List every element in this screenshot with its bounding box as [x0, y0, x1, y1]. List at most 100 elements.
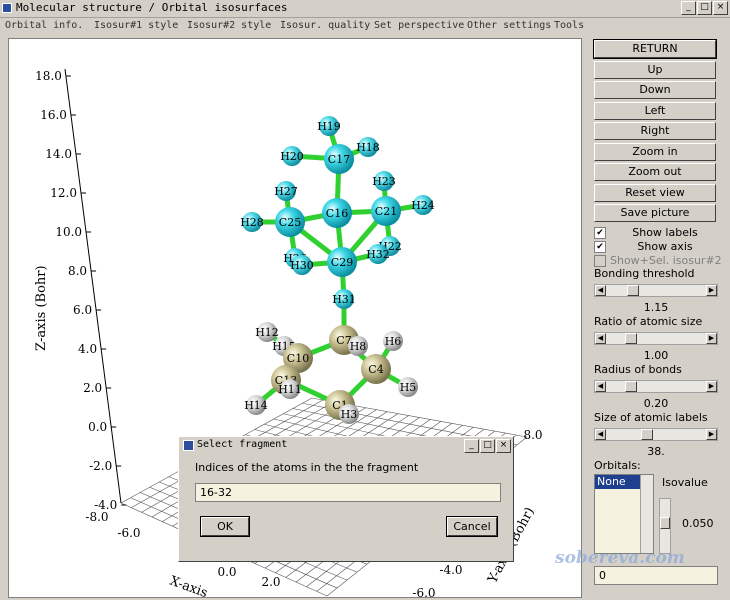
atom-h27[interactable]: H27: [274, 181, 298, 201]
slider-left-arrow-icon[interactable]: ◀: [595, 333, 606, 344]
slider-right-arrow-icon[interactable]: ▶: [706, 285, 717, 296]
ratio-atomic-size-slider[interactable]: ◀ ▶: [594, 332, 718, 345]
atom-label: H8: [350, 340, 367, 353]
orbital-index-input[interactable]: 0: [594, 566, 718, 585]
dialog-prompt: Indices of the atoms in the the fragment: [195, 461, 419, 474]
atom-h6[interactable]: H6: [383, 331, 403, 351]
atom-h5[interactable]: H5: [398, 377, 418, 397]
atom-h23[interactable]: H23: [372, 171, 396, 191]
left-button[interactable]: Left: [594, 101, 716, 120]
reset-view-button[interactable]: Reset view: [594, 183, 716, 202]
atom-h28[interactable]: H28: [240, 212, 264, 232]
atom-h31[interactable]: H31: [332, 289, 356, 309]
minimize-button[interactable]: _: [681, 1, 696, 15]
menu-item-3[interactable]: Isosur. quality: [280, 20, 370, 31]
zoom-in-button[interactable]: Zoom in: [594, 142, 716, 161]
slider-thumb[interactable]: [625, 381, 637, 392]
atom-c17[interactable]: C17: [324, 144, 354, 174]
slider-thumb[interactable]: [625, 333, 637, 344]
zoom-out-button[interactable]: Zoom out: [594, 163, 716, 181]
slider-right-arrow-icon[interactable]: ▶: [706, 333, 717, 344]
slider-thumb[interactable]: [641, 429, 653, 440]
atom-h18[interactable]: H18: [356, 137, 380, 157]
atom-h20[interactable]: H20: [280, 146, 304, 166]
close-button[interactable]: ×: [713, 1, 728, 15]
dialog-maximize-button[interactable]: □: [480, 439, 495, 453]
isovalue-value: 0.050: [682, 517, 714, 530]
ok-button[interactable]: OK: [200, 516, 250, 537]
slider-left-arrow-icon[interactable]: ◀: [595, 429, 606, 440]
dialog-minimize-button[interactable]: _: [464, 439, 479, 453]
atom-label: C25: [279, 216, 301, 229]
dialog-titlebar: Select fragment _ □ ×: [181, 439, 511, 453]
z-tick-label: 0.0: [88, 420, 107, 434]
show-labels-box[interactable]: ✔: [594, 227, 606, 239]
maximize-button[interactable]: □: [697, 1, 712, 15]
slider-left-arrow-icon[interactable]: ◀: [595, 285, 606, 296]
atom-c4[interactable]: C4: [361, 354, 391, 384]
menu-item-1[interactable]: Isosur#1 style: [94, 20, 178, 31]
atom-h24[interactable]: H24: [411, 195, 435, 215]
atom-label: H19: [317, 120, 341, 133]
menu-item-2[interactable]: Isosur#2 style: [187, 20, 271, 31]
radius-of-bonds-slider[interactable]: ◀ ▶: [594, 380, 718, 393]
cancel-button[interactable]: Cancel: [446, 516, 498, 537]
radius-of-bonds-label: Radius of bonds: [594, 363, 682, 376]
atom-label: H6: [385, 335, 402, 348]
isovalue-scrollbar[interactable]: [659, 498, 671, 554]
atom-h19[interactable]: H19: [317, 116, 341, 136]
menu-item-0[interactable]: Orbital info.: [5, 20, 83, 31]
return-button[interactable]: RETURN: [593, 39, 717, 59]
x-tick-label: -6.0: [117, 526, 140, 540]
atom-label: C17: [328, 153, 350, 166]
atom-label: C21: [375, 205, 397, 218]
atom-label: H14: [244, 399, 268, 412]
watermark: sobereva.com: [555, 548, 685, 568]
slider-right-arrow-icon[interactable]: ▶: [706, 381, 717, 392]
isovalue-scroll-thumb[interactable]: [660, 517, 670, 529]
slider-right-arrow-icon[interactable]: ▶: [706, 429, 717, 440]
show-axis-box[interactable]: ✔: [594, 241, 606, 253]
orbitals-listbox[interactable]: None: [594, 474, 654, 554]
fragment-indices-input[interactable]: 16-32: [195, 483, 501, 502]
menu-item-4[interactable]: Set perspective: [374, 20, 464, 31]
menu-item-6[interactable]: Tools: [554, 20, 584, 31]
down-button[interactable]: Down: [594, 81, 716, 99]
atom-label: H32: [366, 248, 390, 261]
dialog-close-button[interactable]: ×: [496, 439, 511, 453]
show-labels-checkbox[interactable]: ✔ Show labels: [594, 226, 720, 240]
atom-label: H28: [240, 216, 264, 229]
z-tick-label: -2.0: [89, 459, 112, 473]
show-axis-checkbox[interactable]: ✔ Show axis: [594, 240, 720, 254]
window-title: Molecular structure / Orbital isosurface…: [16, 1, 288, 14]
bonding-threshold-value: 1.15: [643, 301, 669, 314]
atom-label: H30: [290, 259, 314, 272]
atom-c21[interactable]: C21: [371, 196, 401, 226]
bonding-threshold-slider[interactable]: ◀ ▶: [594, 284, 718, 297]
z-tick-label: 2.0: [83, 381, 102, 395]
save-picture-button[interactable]: Save picture: [594, 204, 716, 222]
atom-c16[interactable]: C16: [322, 198, 352, 228]
atom-c25[interactable]: C25: [275, 207, 305, 237]
atom-label: H24: [411, 199, 435, 212]
slider-left-arrow-icon[interactable]: ◀: [595, 381, 606, 392]
atom-c29[interactable]: C29: [327, 247, 357, 277]
atom-label: H31: [332, 293, 356, 306]
orbitals-label: Orbitals:: [594, 459, 641, 472]
up-button[interactable]: Up: [594, 60, 716, 79]
atom-layer: H19H18H20C17H23H27H24C21C16C25H28H22H32H…: [240, 116, 435, 424]
size-atomic-labels-slider[interactable]: ◀ ▶: [594, 428, 718, 441]
y-tick-label: -6.0: [412, 586, 435, 597]
dialog-title: Select fragment: [197, 439, 288, 450]
show-axis-label: Show axis: [637, 240, 693, 253]
orbitals-list-scrollbar[interactable]: [640, 475, 653, 553]
right-button[interactable]: Right: [594, 122, 716, 140]
z-tick-label: 14.0: [45, 147, 72, 161]
ratio-atomic-size-label: Ratio of atomic size: [594, 315, 703, 328]
atom-h8[interactable]: H8: [348, 336, 368, 356]
menu-item-5[interactable]: Other settings: [467, 20, 551, 31]
orbital-list-item-selected[interactable]: None: [595, 475, 641, 489]
slider-thumb[interactable]: [627, 285, 639, 296]
atom-label: H27: [274, 185, 298, 198]
atom-h3[interactable]: H3: [339, 404, 359, 424]
